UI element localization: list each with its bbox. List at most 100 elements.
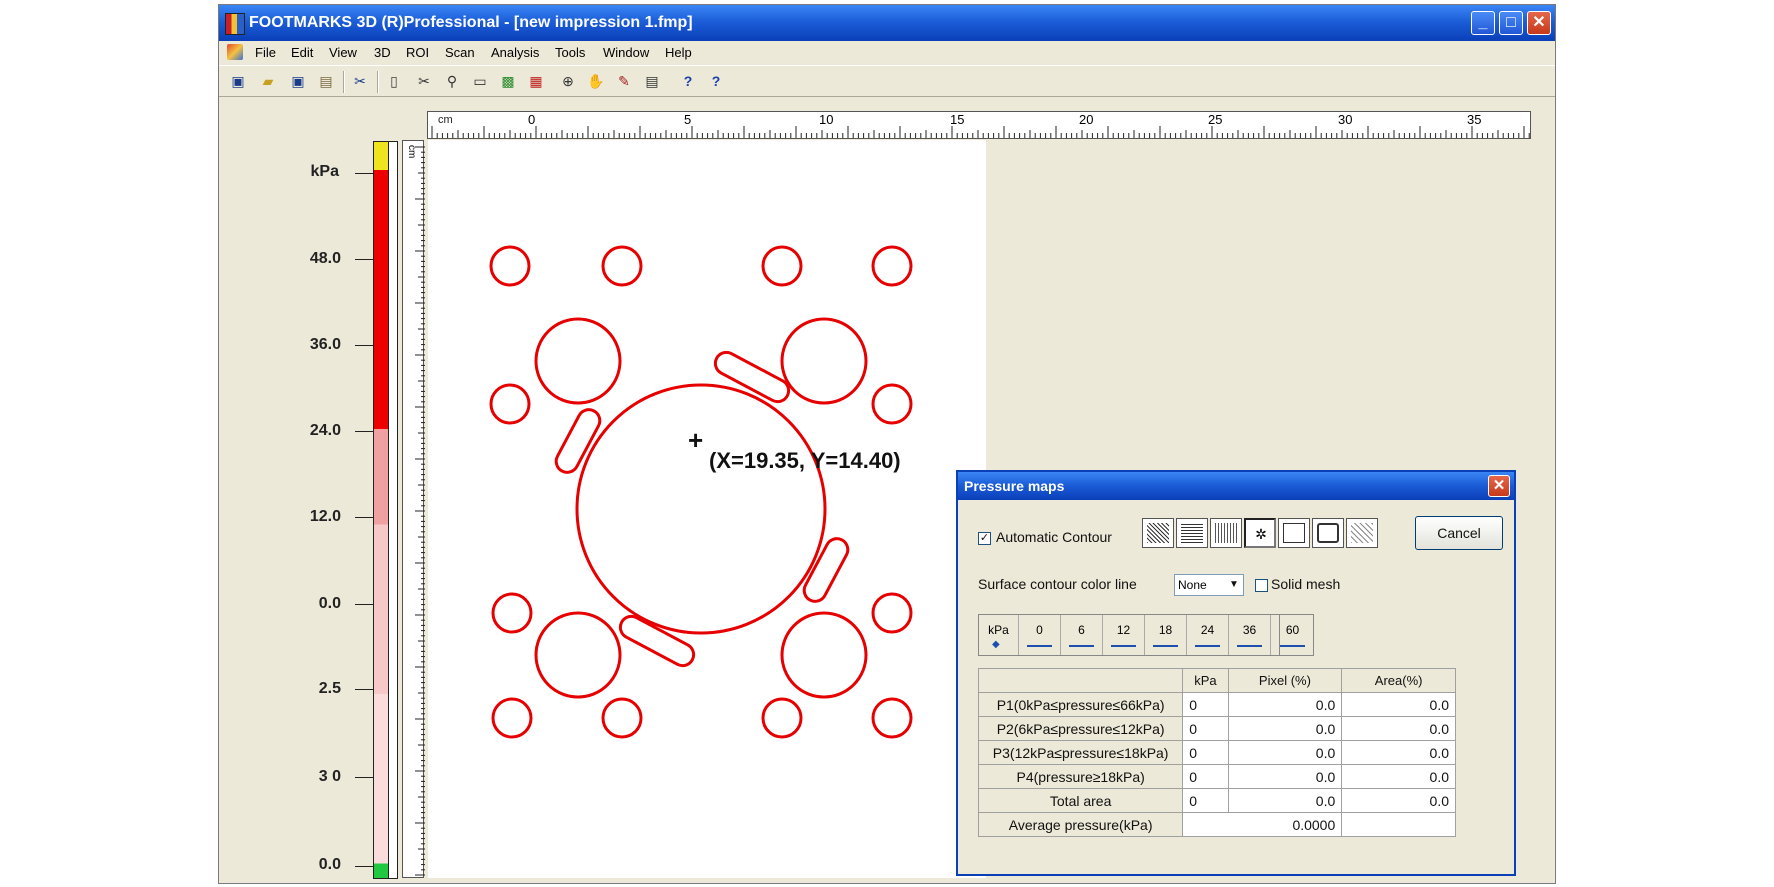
menu-tools[interactable]: Tools: [555, 45, 585, 60]
color-scale-bar: [373, 141, 389, 879]
scale-level[interactable]: 6: [1061, 615, 1103, 655]
hand-icon[interactable]: ✋: [585, 70, 607, 92]
menu-file[interactable]: File: [255, 45, 276, 60]
automatic-contour-label: Automatic Contour: [996, 529, 1112, 545]
legend-label: 24.0: [309, 422, 341, 439]
scale-level-line: [1237, 645, 1262, 647]
pixel-cell: 0.0: [1227, 764, 1343, 789]
open-folder-icon[interactable]: ▰: [257, 70, 279, 92]
scissors-icon[interactable]: ✂: [413, 70, 435, 92]
cut-icon[interactable]: ✂: [349, 70, 371, 92]
crosshair-icon: +: [688, 425, 704, 455]
solid-mesh-label: Solid mesh: [1271, 576, 1341, 592]
empty-cell: [1341, 812, 1456, 837]
maximize-button[interactable]: □: [1499, 11, 1523, 35]
contour-circle-medium: [780, 611, 868, 699]
scale-level[interactable]: 36: [1229, 615, 1271, 655]
title-bar[interactable]: FOOTMARKS 3D (R)Professional - [new impr…: [219, 5, 1555, 41]
paste-icon[interactable]: ▤: [315, 70, 337, 92]
table-row: P1(0kPa≤pressure≤66kPa) 0 0.0 0.0: [977, 692, 1456, 717]
table-header: Area(%): [1341, 668, 1456, 693]
mesh-mode-button[interactable]: [1176, 518, 1208, 548]
zoom-icon[interactable]: ⚲: [441, 70, 463, 92]
scale-level-line: [1111, 645, 1136, 647]
scale-value: 18: [1158, 623, 1173, 637]
close-button[interactable]: ✕: [1527, 11, 1551, 35]
document-icon[interactable]: [227, 44, 243, 60]
ruler-label: 35: [1467, 112, 1482, 127]
area-cell: 0.0: [1341, 716, 1456, 741]
dialog-close-button[interactable]: ✕: [1488, 475, 1510, 497]
minimize-button[interactable]: _: [1471, 11, 1495, 35]
mesh-mode-button[interactable]: [1346, 518, 1378, 548]
menu-analysis[interactable]: Analysis: [491, 45, 539, 60]
mesh-mode-button[interactable]: [1142, 518, 1174, 548]
contour-circle-medium: [780, 317, 868, 405]
scale-level[interactable]: 60: [1272, 614, 1314, 656]
menu-view[interactable]: View: [329, 45, 357, 60]
automatic-contour-checkbox[interactable]: ✓: [978, 532, 991, 545]
legend-label: 0.0: [318, 595, 341, 612]
table-row: P4(pressure≥18kPa) 0 0.0 0.0: [977, 764, 1456, 789]
average-label: Average pressure(kPa): [977, 812, 1184, 837]
page-icon[interactable]: ▯: [383, 70, 405, 92]
mesh-mode-button[interactable]: [1210, 518, 1242, 548]
menu-3d[interactable]: 3D: [374, 45, 391, 60]
scale-level[interactable]: 18: [1145, 615, 1187, 655]
row-label: P4(pressure≥18kPa): [977, 764, 1184, 789]
menu-scan[interactable]: Scan: [445, 45, 475, 60]
preview-icon[interactable]: ▭: [469, 70, 491, 92]
scale-value: 12: [1116, 623, 1131, 637]
area-cell: 0.0: [1341, 764, 1456, 789]
save-all-icon[interactable]: ▣: [287, 70, 309, 92]
scale-level-line: [1153, 645, 1178, 647]
surface-color-select[interactable]: None ▼: [1174, 574, 1244, 596]
menu-help[interactable]: Help: [665, 45, 692, 60]
dialog-title-bar[interactable]: Pressure maps ✕: [958, 472, 1514, 500]
outline-icon: [1317, 523, 1339, 543]
scale-level[interactable]: 0: [1019, 615, 1061, 655]
scale-level[interactable]: 12: [1103, 615, 1145, 655]
zoom-circle-icon[interactable]: ⊕: [557, 70, 579, 92]
scale-value: 6: [1078, 623, 1085, 637]
scale-level-line: [1069, 645, 1094, 647]
measure-icon[interactable]: ✎: [613, 70, 635, 92]
color-grid-icon[interactable]: ▦: [525, 70, 547, 92]
pressure-maps-dialog: Pressure maps ✕ ✓ Automatic Contour ✲ Ca…: [956, 470, 1516, 876]
kpa-cell: 0: [1182, 764, 1229, 789]
scale-value: 0: [1036, 623, 1043, 637]
legend-tick: [355, 345, 373, 346]
help-icon[interactable]: ?: [677, 70, 699, 92]
row-label: P2(6kPa≤pressure≤12kPa): [977, 716, 1184, 741]
close-icon: ✕: [1492, 477, 1506, 494]
table-header: Pixel (%): [1227, 668, 1343, 693]
contour-circle-small: [601, 697, 643, 739]
contour-circle-small: [871, 245, 913, 287]
menu-edit[interactable]: Edit: [291, 45, 313, 60]
ruler-label: 15: [950, 112, 965, 127]
save-icon[interactable]: ▣: [227, 70, 249, 92]
mesh-mode-button[interactable]: [1278, 518, 1310, 548]
scale-level[interactable]: 24: [1187, 615, 1229, 655]
print-icon[interactable]: ▤: [641, 70, 663, 92]
legend-tick: [355, 517, 373, 518]
green-grid-icon[interactable]: ▩: [497, 70, 519, 92]
toolbar: ▣ ▰ ▣ ▤ ✂ ▯ ✂ ⚲ ▭ ▩ ▦ ⊕ ✋ ✎ ▤ ? ?: [219, 65, 1555, 97]
help-context-icon[interactable]: ?: [705, 70, 727, 92]
contour-mode-button[interactable]: ✲: [1244, 518, 1276, 548]
contour-circle-medium: [534, 611, 622, 699]
menu-roi[interactable]: ROI: [406, 45, 429, 60]
mesh-mode-button[interactable]: [1312, 518, 1344, 548]
menu-window[interactable]: Window: [603, 45, 649, 60]
contour-circle-small: [871, 697, 913, 739]
pixel-cell: 0.0: [1227, 740, 1343, 765]
pixel-cell: 0.0: [1227, 788, 1343, 813]
solid-mesh-checkbox[interactable]: [1255, 579, 1268, 592]
close-icon: ✕: [1532, 14, 1546, 31]
ruler-label: 5: [684, 112, 692, 127]
chevron-down-icon[interactable]: ▼: [1225, 575, 1243, 595]
ruler-label: 0: [528, 112, 536, 127]
cancel-button[interactable]: Cancel: [1415, 516, 1503, 550]
dots-pattern-icon: [1215, 523, 1237, 543]
contour-circle-small: [489, 245, 531, 287]
